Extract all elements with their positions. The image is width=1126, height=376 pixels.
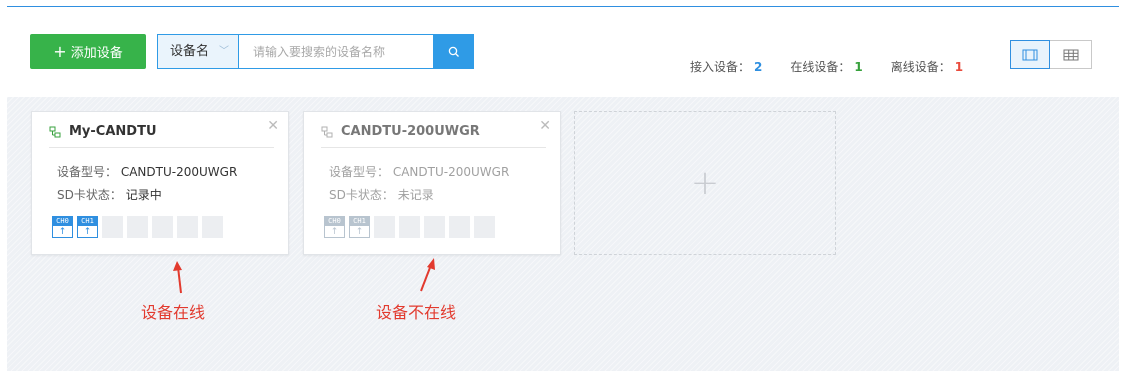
channel-slot-empty <box>399 216 420 238</box>
stat-connected: 接入设备： 2 <box>690 58 762 75</box>
sd-status-label: SD卡状态： <box>329 188 394 202</box>
device-model-row: 设备型号： CANDTU-200UWGR <box>329 163 509 180</box>
channel-label: CH1 <box>78 217 97 226</box>
channel-row: CH0 ↑ CH1 ↑ <box>52 216 223 238</box>
device-model-label: 设备型号： <box>329 165 390 179</box>
stat-online: 在线设备： 1 <box>790 58 862 75</box>
stat-connected-count: 2 <box>754 60 763 74</box>
channel-slot-empty <box>374 216 395 238</box>
add-device-button[interactable]: + 添加设备 <box>30 34 146 69</box>
channel-slot-empty <box>177 216 198 238</box>
channel-slot-empty <box>449 216 470 238</box>
channel-upload-icon[interactable]: CH1 ↑ <box>349 216 370 238</box>
table-view-icon <box>1063 49 1078 60</box>
device-card-offline[interactable]: ✕ CANDTU-200UWGR 设备型号： CANDTU-200UWGR SD… <box>303 111 561 255</box>
device-model-label: 设备型号： <box>57 165 118 179</box>
sd-status-row: SD卡状态： 记录中 <box>57 186 162 203</box>
device-name: My-CANDTU <box>69 124 157 139</box>
channel-slot-empty <box>152 216 173 238</box>
device-grid: ✕ My-CANDTU 设备型号： CANDTU-200UWGR SD卡状态： … <box>7 97 1119 371</box>
view-toggle <box>1010 40 1092 69</box>
up-arrow-icon: ↑ <box>83 227 92 237</box>
channel-slot-empty <box>127 216 148 238</box>
table-view-button[interactable] <box>1050 40 1092 69</box>
stat-offline-label: 离线设备： <box>890 60 951 74</box>
stat-connected-label: 接入设备： <box>690 60 751 74</box>
device-title: My-CANDTU <box>49 124 157 139</box>
add-device-plus-icon: + <box>690 163 720 203</box>
card-divider <box>49 147 274 148</box>
search-icon <box>448 46 459 57</box>
card-view-button[interactable] <box>1010 40 1050 69</box>
close-icon[interactable]: ✕ <box>539 118 551 134</box>
channel-slot-empty <box>202 216 223 238</box>
card-view-icon <box>1022 49 1038 60</box>
stat-offline-count: 1 <box>954 60 964 74</box>
annotation-arrow-icon <box>420 258 435 292</box>
channel-row: CH0 ↑ CH1 ↑ <box>324 216 495 238</box>
card-divider <box>321 147 546 148</box>
up-arrow-icon: ↑ <box>355 227 364 237</box>
channel-label: CH1 <box>350 217 369 226</box>
search-input[interactable] <box>239 34 434 69</box>
up-arrow-icon: ↑ <box>330 227 339 237</box>
plus-icon: + <box>53 42 67 61</box>
channel-slot-empty <box>424 216 445 238</box>
add-device-card[interactable]: + <box>574 111 836 255</box>
stat-online-label: 在线设备： <box>790 60 851 74</box>
toolbar: +添加设备 设备名 ﹀ 接入设备：2 在线设备：1 离线设备：1 <box>7 7 1119 97</box>
sd-status-value: 未记录 <box>397 188 434 202</box>
device-model-row: 设备型号： CANDTU-200UWGR <box>57 163 237 180</box>
device-stats: 接入设备： 2 在线设备： 1 离线设备： 1 <box>690 58 963 75</box>
up-arrow-icon: ↑ <box>58 227 67 237</box>
search-group: 设备名 ﹀ <box>157 34 474 69</box>
channel-slot-empty <box>102 216 123 238</box>
sd-status-label: SD卡状态： <box>57 188 122 202</box>
channel-label: CH0 <box>325 217 344 226</box>
search-type-select[interactable]: 设备名 ﹀ <box>157 34 239 69</box>
sd-status-value: 记录中 <box>125 188 162 202</box>
annotation-online: 设备在线 <box>141 303 206 322</box>
device-card-online[interactable]: ✕ My-CANDTU 设备型号： CANDTU-200UWGR SD卡状态： … <box>31 111 289 255</box>
device-name: CANDTU-200UWGR <box>341 124 480 139</box>
device-network-icon <box>49 126 61 137</box>
device-model-value: CANDTU-200UWGR <box>120 165 238 179</box>
device-network-icon <box>321 126 333 137</box>
stat-offline: 离线设备： 1 <box>891 58 963 75</box>
device-title: CANDTU-200UWGR <box>321 124 480 139</box>
chevron-down-icon: ﹀ <box>219 46 229 57</box>
add-device-label: 添加设备 <box>70 46 123 61</box>
device-model-value: CANDTU-200UWGR <box>392 165 510 179</box>
annotation-offline: 设备不在线 <box>376 303 457 322</box>
channel-upload-icon[interactable]: CH0 ↑ <box>52 216 73 238</box>
close-icon[interactable]: ✕ <box>267 118 279 134</box>
channel-upload-icon[interactable]: CH1 ↑ <box>77 216 98 238</box>
search-button[interactable] <box>434 34 474 69</box>
search-type-value: 设备名 <box>170 44 210 59</box>
sd-status-row: SD卡状态： 未记录 <box>329 186 434 203</box>
channel-slot-empty <box>474 216 495 238</box>
annotation-arrow-icon <box>173 261 182 294</box>
channel-upload-icon[interactable]: CH0 ↑ <box>324 216 345 238</box>
stat-online-count: 1 <box>854 60 863 74</box>
channel-label: CH0 <box>53 217 72 226</box>
